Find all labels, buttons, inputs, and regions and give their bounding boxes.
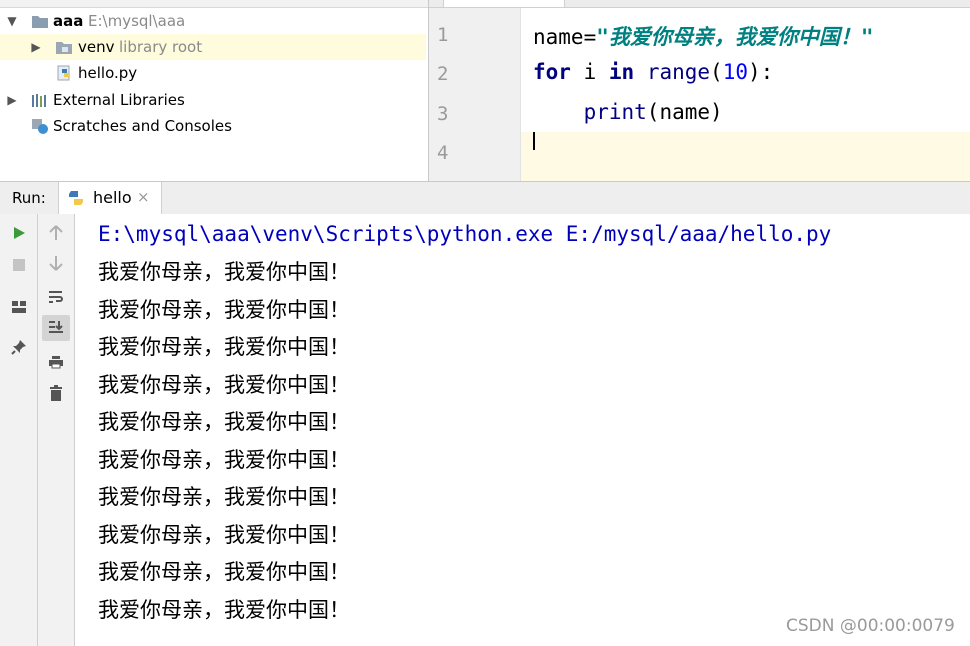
pin-button[interactable]	[5, 334, 33, 360]
run-tab-label: hello	[93, 188, 132, 207]
code-identifier: name	[533, 25, 584, 49]
python-icon	[69, 191, 83, 205]
close-icon[interactable]: ×	[137, 188, 150, 206]
project-panel: ▼ aaa E:\mysql\aaa ▶ venv library root h…	[0, 0, 428, 181]
arrow-down-icon	[49, 256, 63, 271]
print-icon	[49, 356, 63, 369]
code-operator: =	[583, 25, 597, 49]
code-line-3: print(name)	[533, 100, 723, 124]
folder-icon	[32, 16, 48, 28]
code-string: "我爱你母亲，我爱你中国！"	[596, 25, 874, 49]
code-identifier: i	[570, 60, 609, 84]
console-command-line: E:\mysql\aaa\venv\Scripts\python.exe E:/…	[98, 222, 832, 246]
root-folder-path: E:\mysql\aaa	[88, 12, 186, 30]
run-tab-hello[interactable]: hello ×	[58, 182, 162, 214]
console-output-line: 我爱你母亲，我爱你中国！	[98, 373, 350, 397]
pin-icon	[11, 340, 26, 355]
console-output-line: 我爱你母亲，我爱你中国！	[98, 410, 350, 434]
line-number: 1	[437, 24, 449, 46]
csdn-watermark: CSDN @00:00:0079	[786, 616, 955, 636]
console-output-line: 我爱你母亲，我爱你中国！	[98, 523, 350, 547]
scroll-up-button[interactable]	[42, 220, 70, 246]
tree-item-root[interactable]: ▼ aaa E:\mysql\aaa	[0, 8, 426, 34]
clear-all-button[interactable]	[42, 380, 70, 406]
project-header-strip	[0, 0, 428, 8]
console-output-line: 我爱你母亲，我爱你中国！	[98, 335, 350, 359]
console-output-line: 我爱你母亲，我爱你中国！	[98, 485, 350, 509]
tree-item-external-libraries[interactable]: ▶ External Libraries	[0, 87, 426, 113]
play-icon	[14, 227, 25, 239]
code-paren: (	[710, 60, 723, 84]
scratches-icon	[32, 119, 48, 134]
folder-icon	[56, 42, 72, 54]
current-line-highlight	[521, 132, 970, 181]
libraries-icon	[32, 94, 46, 107]
run-toolbar-primary	[0, 214, 38, 646]
layout-icon	[12, 301, 26, 313]
code-builtin: print	[583, 100, 647, 124]
root-folder-name: aaa	[53, 12, 84, 30]
venv-folder-name: venv	[78, 38, 115, 56]
scroll-down-button[interactable]	[42, 250, 70, 276]
print-button[interactable]	[42, 349, 70, 375]
chevron-down-icon[interactable]: ▼	[5, 8, 19, 34]
code-builtin: range	[646, 60, 711, 84]
text-caret	[533, 132, 535, 150]
python-file-icon	[57, 65, 70, 81]
editor-tab-hello-py[interactable]	[443, 0, 565, 7]
scroll-to-end-button[interactable]	[42, 315, 70, 341]
run-label: Run:	[12, 189, 46, 207]
console-output-line: 我爱你母亲，我爱你中国！	[98, 598, 350, 622]
console-output-line: 我爱你母亲，我爱你中国！	[98, 448, 350, 472]
run-toolbar-secondary	[38, 214, 75, 646]
code-line-1: name="我爱你母亲，我爱你中国！"	[533, 21, 874, 51]
line-number: 3	[437, 103, 449, 125]
code-keyword: for	[533, 60, 571, 84]
tree-item-hello-py[interactable]: hello.py	[0, 60, 426, 86]
code-number: 10	[722, 60, 748, 84]
soft-wrap-icon	[49, 291, 63, 303]
code-args: (name)	[646, 100, 723, 124]
scroll-to-end-icon	[49, 321, 63, 333]
external-libraries-label: External Libraries	[53, 91, 185, 109]
console-output-line: 我爱你母亲，我爱你中国！	[98, 560, 350, 584]
code-paren: ):	[748, 60, 774, 84]
rerun-button[interactable]	[5, 220, 33, 246]
run-console[interactable]: E:\mysql\aaa\venv\Scripts\python.exe E:/…	[75, 214, 970, 646]
scratches-label: Scratches and Consoles	[53, 117, 232, 135]
run-tool-window-header: Run: hello ×	[0, 181, 970, 215]
tree-item-venv[interactable]: ▶ venv library root	[0, 34, 426, 60]
arrow-up-icon	[49, 225, 63, 240]
layout-button[interactable]	[5, 294, 33, 320]
chevron-right-icon[interactable]: ▶	[29, 34, 43, 60]
console-output-line: 我爱你母亲，我爱你中国！	[98, 260, 350, 284]
code-editor[interactable]: 1 2 3 4 name="我爱你母亲，我爱你中国！" for i in ran…	[428, 0, 970, 181]
line-number: 2	[437, 63, 449, 85]
file-name: hello.py	[78, 64, 138, 82]
console-output-line: 我爱你母亲，我爱你中国！	[98, 298, 350, 322]
venv-library-root-hint: library root	[119, 38, 203, 56]
soft-wrap-button[interactable]	[42, 284, 70, 310]
tree-item-scratches[interactable]: Scratches and Consoles	[0, 113, 426, 139]
stop-icon	[13, 259, 25, 271]
chevron-right-icon[interactable]: ▶	[5, 87, 19, 113]
code-line-2: for i in range(10):	[533, 60, 773, 84]
code-keyword: in	[608, 60, 635, 84]
line-number: 4	[437, 142, 449, 164]
trash-icon	[50, 385, 62, 401]
stop-button[interactable]	[5, 252, 33, 278]
